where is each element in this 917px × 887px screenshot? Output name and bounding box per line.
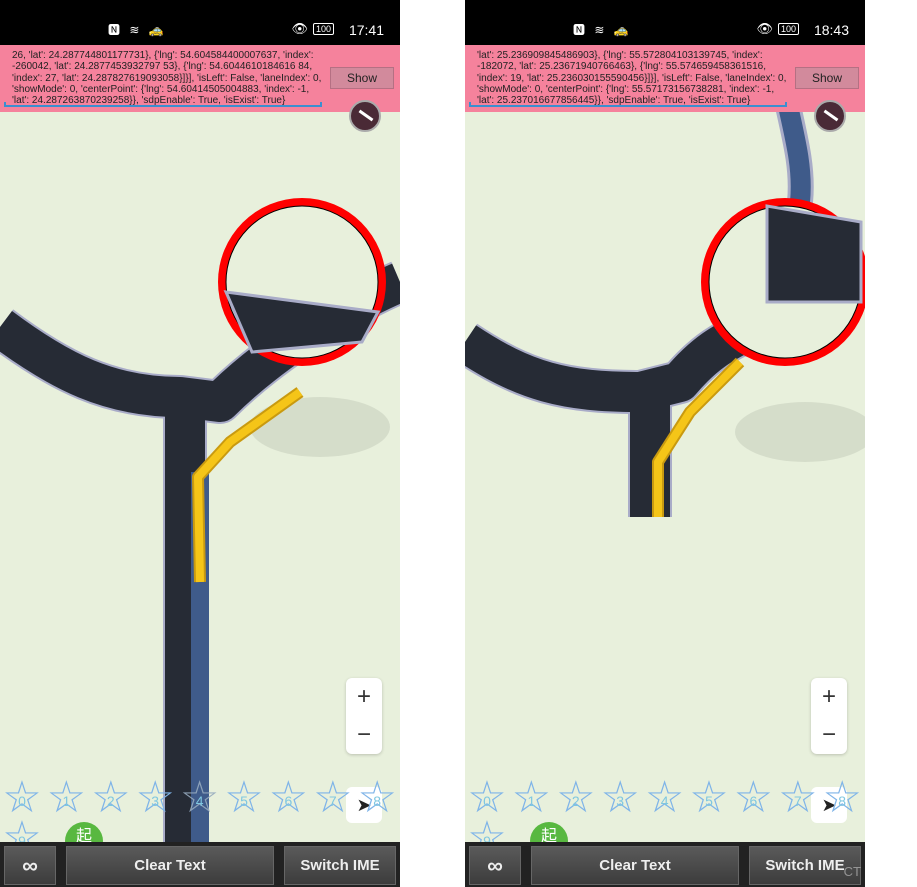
star-marker: ☆ 1: [46, 773, 87, 822]
status-icons: 🅽 ≋ 🚕: [573, 23, 632, 37]
compass-icon[interactable]: [349, 100, 381, 132]
star-label: 1: [62, 793, 71, 809]
zoom-in-button[interactable]: +: [811, 678, 847, 716]
show-button[interactable]: Show: [795, 67, 859, 89]
star-label: 6: [749, 793, 758, 809]
star-label: 2: [106, 793, 115, 809]
phone-screen-left: 🅽 ≋ 🚕 👁 100 17:41 26, 'lat': 24.28774480…: [0, 0, 400, 887]
star-marker: ☆ 6: [268, 773, 309, 822]
loop-icon-button[interactable]: ∞: [469, 846, 521, 885]
zoom-in-button[interactable]: +: [346, 678, 382, 716]
magnified-road: [765, 204, 863, 304]
star-marker: ☆ 5: [689, 773, 729, 822]
battery-icon: 100: [312, 23, 334, 35]
star-label: 7: [328, 793, 337, 809]
switch-ime-button[interactable]: Switch IME: [284, 846, 396, 885]
debug-text: 'lat': 25.236909845486903}, {'lng': 55.5…: [477, 50, 787, 107]
star-row: ☆ 0 ☆ 1 ☆ 2 ☆ 3 ☆ 4 ☆ 5 ☆ 6 ☆ 7 ☆ 8 ☆ 9: [0, 773, 400, 860]
star-marker: ☆ 4: [644, 773, 685, 822]
star-marker: ☆ 2: [91, 773, 131, 822]
eye-icon: 👁: [291, 21, 308, 36]
compass-icon[interactable]: [814, 100, 846, 132]
battery-icon: 100: [777, 23, 799, 35]
status-bar: 🅽 ≋ 🚕 👁 100 18:43: [465, 0, 865, 45]
star-marker: ☆ 0: [467, 773, 507, 822]
star-label: 5: [240, 793, 248, 809]
map-canvas[interactable]: [465, 112, 865, 842]
zoom-out-button[interactable]: −: [346, 716, 382, 754]
text-field-underline: [4, 102, 322, 107]
star-label: 6: [284, 793, 293, 809]
star-marker: ☆ 7: [313, 773, 353, 822]
shadow: [735, 402, 865, 462]
star-marker: ☆ 3: [135, 773, 175, 822]
star-marker: ☆ 3: [600, 773, 640, 822]
clear-text-button[interactable]: Clear Text: [531, 846, 739, 885]
star-label: 3: [616, 793, 625, 809]
star-label: 7: [793, 793, 802, 809]
star-label: 8: [373, 793, 382, 809]
show-button[interactable]: Show: [330, 67, 394, 89]
text-field-underline: [469, 102, 787, 107]
status-icons: 🅽 ≋ 🚕: [108, 23, 167, 37]
clear-text-button[interactable]: Clear Text: [66, 846, 274, 885]
bottom-toolbar: ∞ Clear Text Switch IME: [465, 842, 865, 887]
zoom-control: + −: [811, 678, 847, 754]
star-marker: ☆ 0: [2, 773, 42, 822]
star-label: 4: [195, 793, 204, 809]
star-marker: ☆ 7: [778, 773, 818, 822]
star-marker: ☆ 2: [556, 773, 596, 822]
zoom-out-button[interactable]: −: [811, 716, 847, 754]
star-label: 3: [151, 793, 160, 809]
star-label: 1: [527, 793, 536, 809]
watermark: CT: [843, 864, 861, 879]
loop-icon-button[interactable]: ∞: [4, 846, 56, 885]
star-label: 5: [705, 793, 713, 809]
phone-screen-right: 🅽 ≋ 🚕 👁 100 18:43 'lat': 25.236909845486…: [465, 0, 865, 887]
star-marker: ☆ 6: [733, 773, 774, 822]
map-canvas[interactable]: [0, 112, 400, 842]
clock: 18:43: [813, 22, 849, 38]
bottom-toolbar: ∞ Clear Text Switch IME: [0, 842, 400, 887]
road: [465, 314, 754, 412]
star-marker: ☆ 1: [511, 773, 552, 822]
star-marker: ☆ 8: [822, 773, 862, 822]
eye-icon: 👁: [756, 21, 773, 36]
clock: 17:41: [348, 22, 384, 38]
star-label: 2: [571, 793, 580, 809]
zoom-control: + −: [346, 678, 382, 754]
star-marker: ☆ 8: [357, 773, 397, 822]
star-marker: ☆ 4: [179, 773, 220, 822]
star-label: 8: [838, 793, 847, 809]
debug-text: 26, 'lat': 24.287744801177731}, {'lng': …: [12, 50, 322, 107]
star-label: 4: [660, 793, 669, 809]
star-marker: ☆ 5: [224, 773, 264, 822]
status-bar: 🅽 ≋ 🚕 👁 100 17:41: [0, 0, 400, 45]
star-row: ☆ 0 ☆ 1 ☆ 2 ☆ 3 ☆ 4 ☆ 5 ☆ 6 ☆ 7 ☆ 8 ☆ 9: [465, 773, 865, 860]
